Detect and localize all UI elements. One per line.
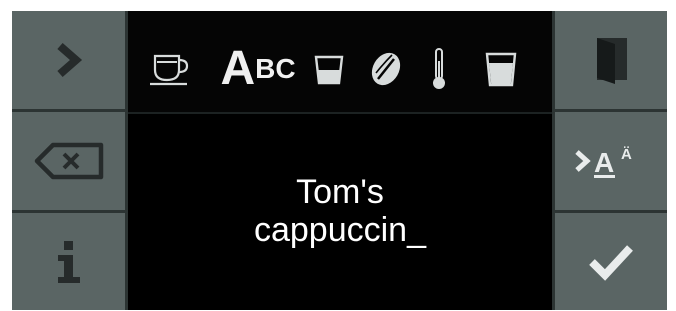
icon-strip: A BC [128,39,552,99]
check-icon [589,244,633,281]
coffee-bean-icon[interactable] [366,39,406,99]
next-button[interactable] [12,11,125,109]
abc-small-letters: BC [255,53,296,84]
beverage-name-text[interactable]: Tom's cappuccin_ [128,173,552,249]
display-screen: A BC Tom's cappuccin_ [128,11,552,310]
backspace-icon [34,142,103,180]
case-letter-umlaut: Ä [621,146,632,163]
abc-big-letter: A [220,42,256,95]
category-bar: A BC [128,11,552,114]
letter-case-button[interactable]: A Ä [555,112,667,210]
exit-door-icon [597,38,627,84]
info-icon [57,240,80,283]
confirm-button[interactable] [555,213,667,310]
chevron-right-icon [56,43,82,77]
case-letter: A [594,147,614,178]
cup-small-icon[interactable] [308,39,350,99]
cup-icon[interactable] [142,39,198,99]
thermometer-icon[interactable] [424,39,454,99]
name-line-2: cappuccin_ [253,211,426,249]
name-line-1: Tom's [296,173,384,211]
delete-character-button[interactable] [12,112,125,210]
letter-case-icon: A Ä [575,146,632,178]
glass-icon[interactable] [478,39,524,99]
text-abc-icon[interactable]: A BC [208,39,308,99]
info-button[interactable] [12,213,125,310]
exit-button[interactable] [555,11,667,109]
